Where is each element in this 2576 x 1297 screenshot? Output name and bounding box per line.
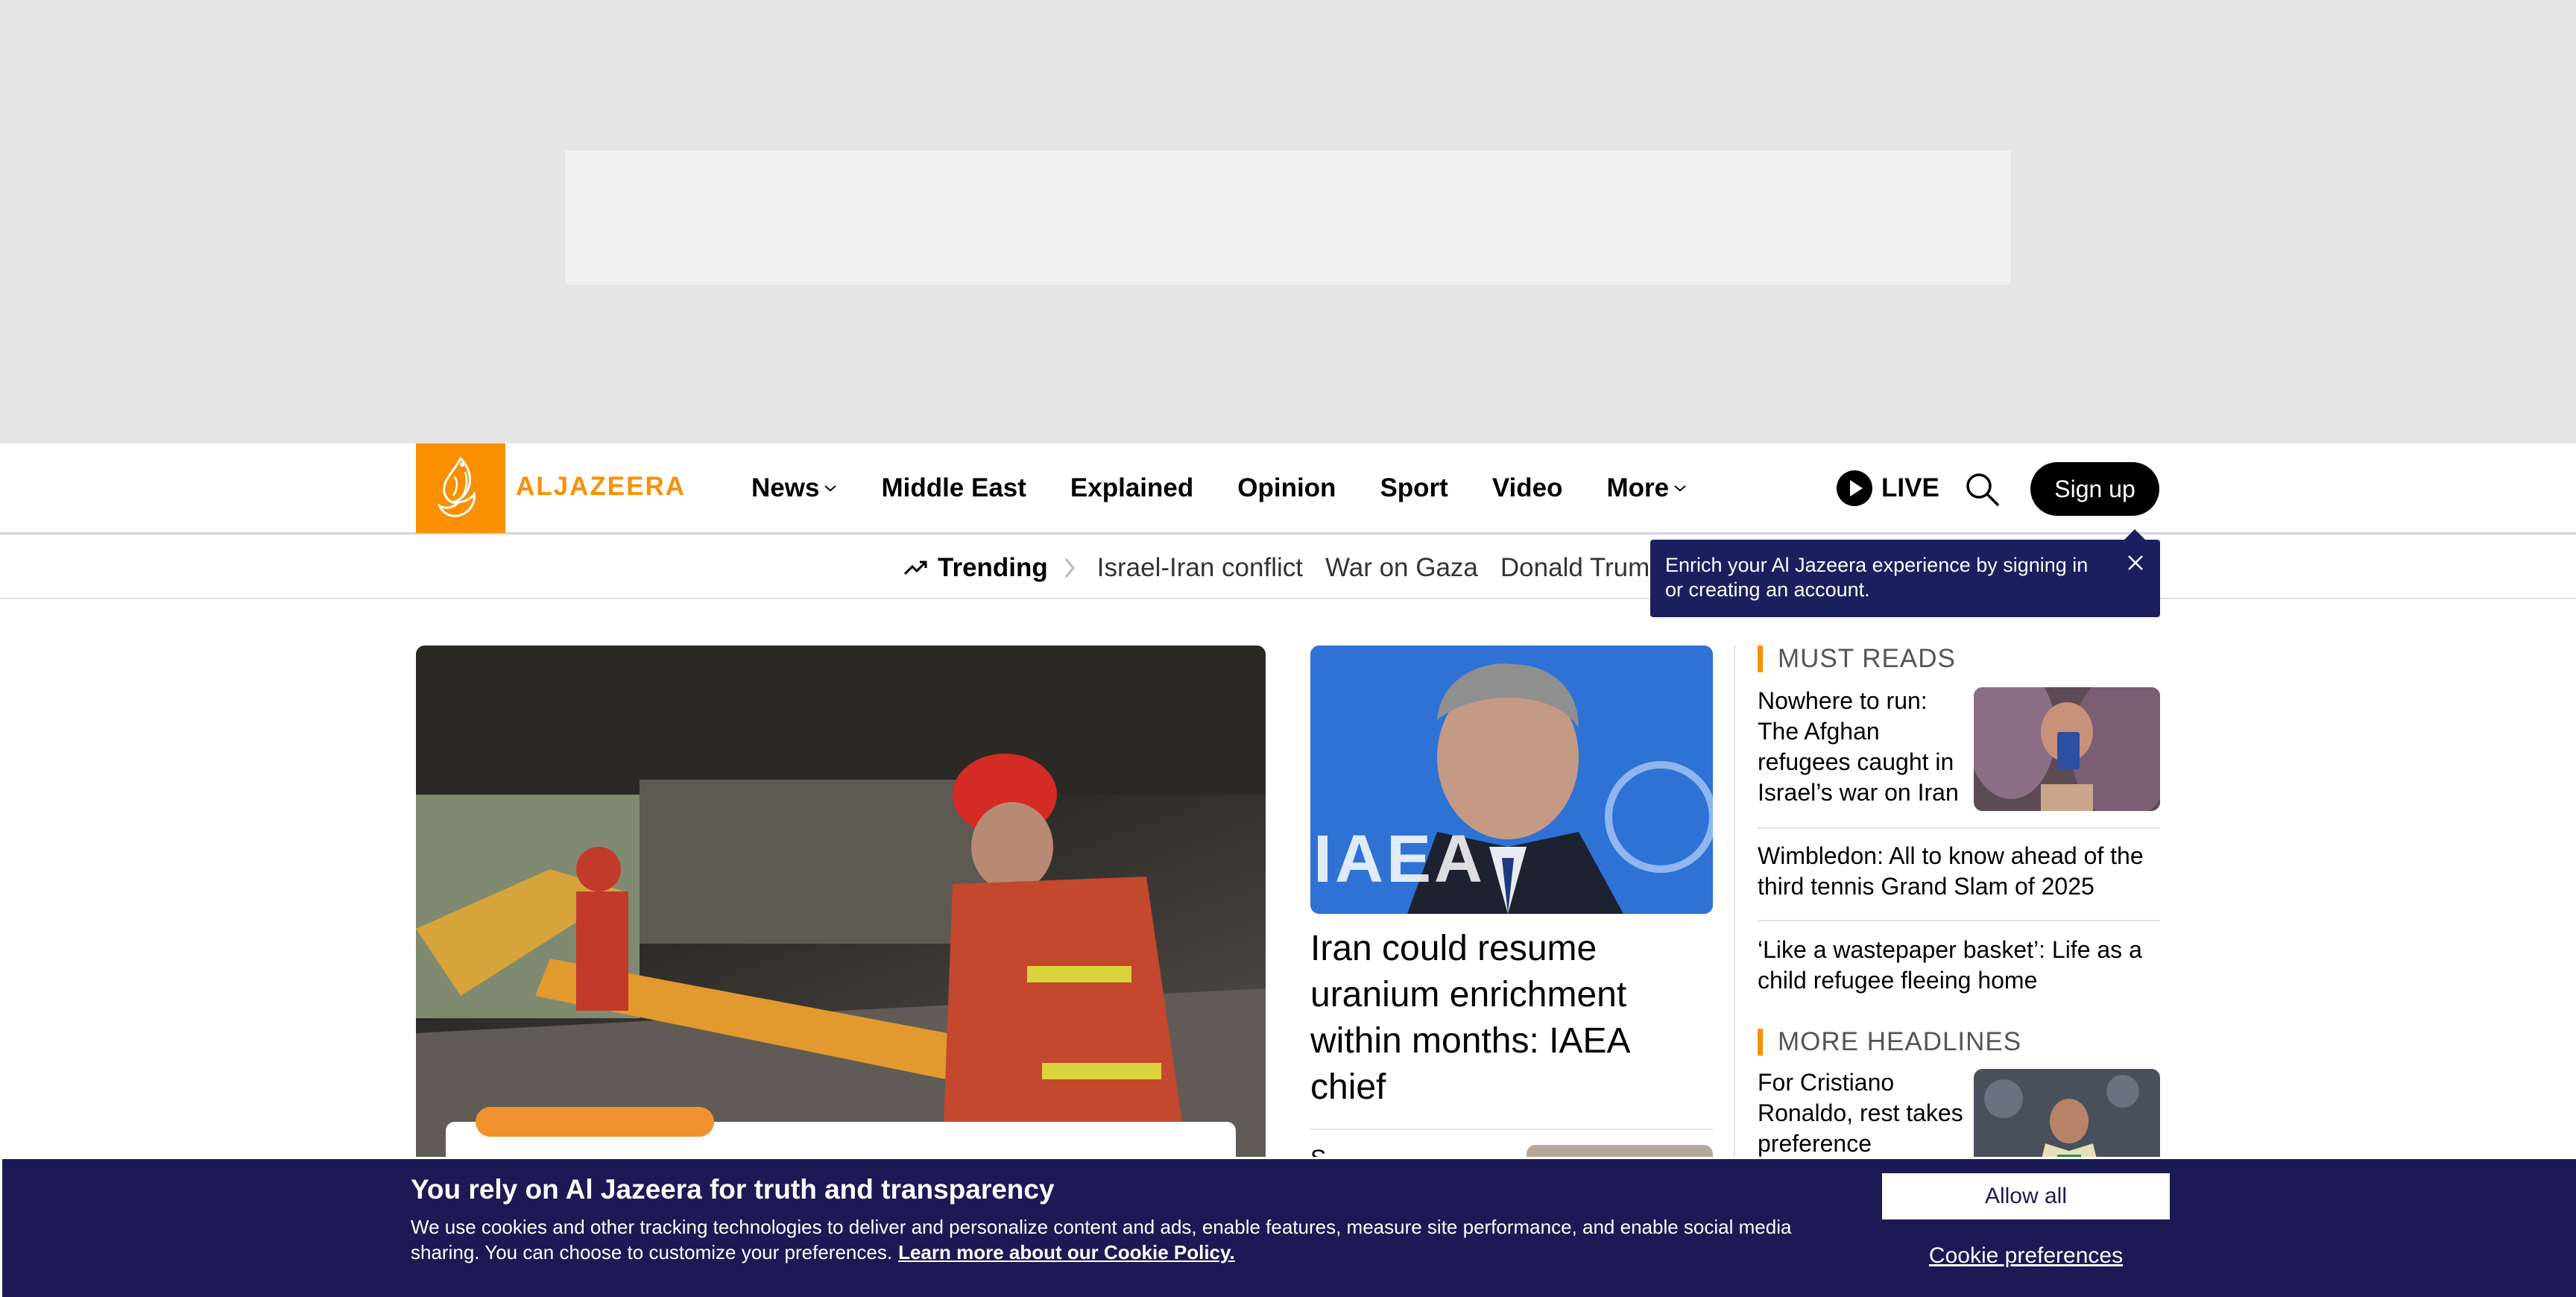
cookie-banner: You rely on Al Jazeera for truth and tra… [0, 1157, 2576, 1297]
nav-item-middle-east[interactable]: Middle East [881, 473, 1026, 503]
afghan-refugees-photo [1974, 687, 2160, 811]
live-label: LIVE [1881, 473, 1939, 502]
more-headlines-heading-text: MORE HEADLINES [1778, 1027, 2022, 1056]
divider [1758, 920, 2160, 921]
chevron-down-icon [1674, 485, 1686, 492]
nav-item-label: Explained [1070, 473, 1194, 502]
ad-slot[interactable] [565, 151, 2011, 285]
divider [1758, 827, 2160, 829]
nav-item-label: Sport [1380, 473, 1448, 502]
live-button[interactable]: LIVE [1837, 470, 1939, 506]
iaea-backdrop-text: IAEA [1313, 822, 1486, 897]
must-reads-heading-text: MUST READS [1778, 644, 1956, 673]
nav-item-label: More [1606, 473, 1670, 502]
aljazeera-logo-icon [438, 456, 476, 517]
more-headline-item[interactable]: For Cristiano Ronaldo, rest takes prefer… [1758, 1067, 1966, 1159]
trending-label: Trending [903, 553, 1048, 583]
must-read-item[interactable]: ‘Like a wastepaper basket’: Life as a ch… [1758, 935, 2160, 996]
nav-item-opinion[interactable]: Opinion [1237, 473, 1336, 503]
sign-up-button[interactable]: Sign up [2030, 462, 2159, 516]
must-reads-heading: MUST READS [1758, 644, 1956, 674]
page: ALJAZEERA News Middle East Explained Opi… [0, 0, 2576, 1297]
trending-label-text: Trending [938, 553, 1048, 582]
iaea-chief-image[interactable]: IAEA [1310, 646, 1713, 914]
allow-all-button[interactable]: Allow all [1882, 1173, 2170, 1219]
cookie-policy-link[interactable]: Learn more about our Cookie Policy. [898, 1241, 1235, 1263]
must-read-item[interactable]: Wimbledon: All to know ahead of the thir… [1758, 841, 2160, 902]
play-icon [1837, 470, 1872, 506]
logo-wordmark[interactable]: ALJAZEERA [516, 472, 686, 502]
cookie-banner-title: You rely on Al Jazeera for truth and tra… [411, 1174, 1055, 1205]
nav-item-explained[interactable]: Explained [1070, 473, 1193, 503]
more-headlines-heading: MORE HEADLINES [1758, 1027, 2021, 1057]
nav-item-label: Middle East [881, 473, 1026, 502]
trending-up-icon [903, 561, 927, 575]
must-read-item[interactable]: Nowhere to run: The Afghan refugees caug… [1758, 686, 1966, 808]
close-icon[interactable] [2124, 552, 2147, 574]
nav-item-news[interactable]: News [751, 473, 837, 503]
trending-inner: Trending Israel-Iran conflict War on Gaz… [903, 537, 1672, 599]
trending-link-israel-iran[interactable]: Israel-Iran conflict [1097, 553, 1303, 583]
trending-link-war-on-gaza[interactable]: War on Gaza [1325, 553, 1478, 583]
afghan-refugees-thumbnail[interactable] [1974, 687, 2160, 811]
sign-in-tooltip: Enrich your Al Jazeera experience by sig… [1650, 529, 2160, 617]
divider [1310, 1129, 1713, 1130]
chevron-right-icon [1064, 558, 1075, 578]
site-header: ALJAZEERA News Middle East Explained Opi… [0, 444, 2576, 534]
main-nav: News Middle East Explained Opinion Sport… [751, 444, 1731, 533]
ad-banner-area [0, 0, 2576, 444]
nav-item-more[interactable]: More [1607, 473, 1688, 503]
chevron-down-icon [824, 485, 837, 492]
trending-link-donald-trump[interactable]: Donald Trum [1500, 553, 1650, 583]
iaea-story-headline[interactable]: Iran could resume uranium enrichment wit… [1310, 926, 1713, 1111]
search-icon[interactable] [1963, 470, 2001, 508]
nav-item-label: Opinion [1237, 473, 1336, 502]
logo[interactable] [416, 444, 505, 533]
cookie-banner-body: We use cookies and other tracking techno… [411, 1214, 1812, 1265]
nav-item-label: News [751, 473, 820, 502]
nav-item-sport[interactable]: Sport [1380, 473, 1448, 503]
cookie-preferences-button[interactable]: Cookie preferences [1882, 1241, 2170, 1271]
nav-item-video[interactable]: Video [1492, 473, 1563, 503]
tooltip-text: Enrich your Al Jazeera experience by sig… [1665, 554, 2089, 601]
nav-item-label: Video [1491, 473, 1563, 502]
hero-story-tag [476, 1107, 714, 1137]
trending-bar: Trending Israel-Iran conflict War on Gaz… [0, 537, 2576, 599]
